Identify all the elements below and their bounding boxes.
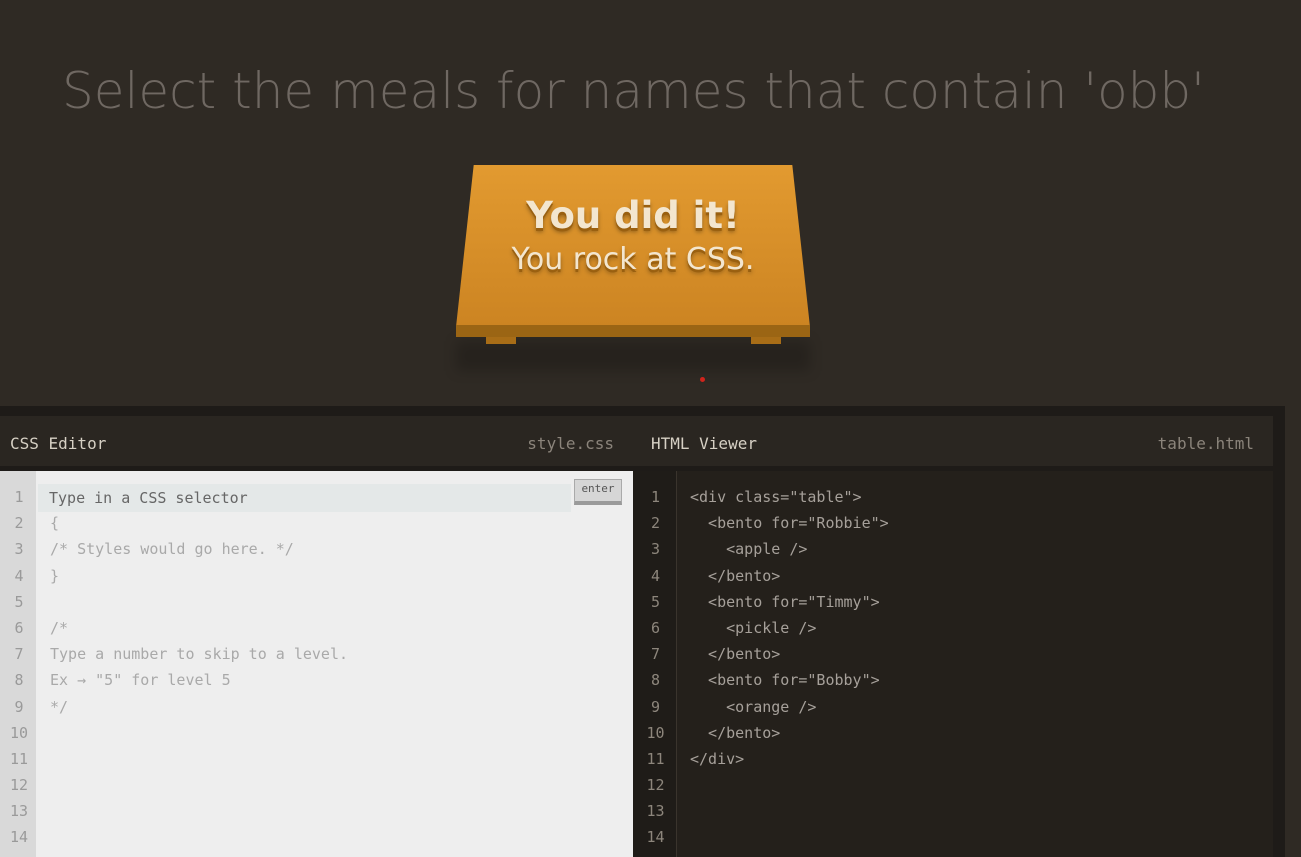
line-number: 9 [650, 697, 661, 716]
line-number: 9 [14, 697, 24, 716]
code-line: <bento for="Bobby"> [690, 671, 880, 690]
editor-area: CSS Editor style.css HTML Viewer table.h… [0, 406, 1285, 857]
line-number: 4 [650, 566, 661, 585]
line-number: 8 [14, 671, 24, 690]
code-line: </bento> [690, 645, 781, 664]
css-editor-title: CSS Editor [10, 434, 107, 453]
code-line: } [50, 566, 60, 585]
code-line: <div class="table"> [690, 488, 862, 506]
line-number: 5 [650, 592, 661, 611]
html-viewer-body: 1 2 3 4 5 6 7 8 9 10 11 12 13 14 <div class="table"> … [633, 471, 1273, 857]
html-viewer-title: HTML Viewer [651, 434, 757, 453]
line-number: 2 [650, 514, 661, 533]
css-code: { /* Styles would go here. */} /* Type a nu… [50, 484, 623, 851]
css-selector-input[interactable] [38, 484, 571, 512]
table-edge [456, 325, 810, 337]
enter-button[interactable]: enter [574, 479, 622, 505]
line-number: 6 [650, 618, 661, 637]
code-line: */ [50, 697, 69, 716]
css-editor-header: CSS Editor style.css [0, 416, 633, 466]
line-number: 1 [650, 488, 661, 506]
level-instruction: Select the meals for names that contain … [62, 61, 1205, 120]
line-number: 8 [650, 671, 661, 690]
win-subtitle: You rock at CSS. [511, 242, 755, 277]
line-number: 6 [14, 618, 24, 637]
code-line: Ex → "5" for level 5 [50, 671, 231, 690]
html-line-numbers: 1 2 3 4 5 6 7 8 9 10 11 12 13 14 [633, 471, 677, 857]
code-line: { [50, 514, 60, 533]
code-line: /* [50, 618, 69, 637]
line-number: 11 [9, 749, 29, 768]
table-leg-left [486, 337, 516, 344]
line-number: 7 [14, 645, 24, 664]
line-number: 5 [14, 592, 24, 611]
win-title: You did it! [526, 194, 740, 237]
css-editor-filename: style.css [527, 434, 614, 453]
line-number: 11 [646, 749, 665, 768]
game-table: You did it! You rock at CSS. [456, 165, 810, 375]
css-line-numbers: 1 2 3 4 5 6 7 8 9 10 11 12 13 14 [0, 471, 36, 857]
html-viewer-filename: table.html [1157, 434, 1254, 453]
code-line: <pickle /> [690, 618, 817, 637]
line-number: 12 [9, 776, 29, 795]
line-number: 14 [646, 828, 665, 847]
line-number: 14 [9, 828, 29, 847]
win-message: You did it! You rock at CSS. [456, 195, 810, 283]
line-number: 10 [646, 723, 665, 742]
line-number: 10 [9, 723, 29, 742]
code-line: <bento for="Robbie"> [690, 514, 889, 533]
line-number: 3 [650, 540, 661, 559]
code-line: <orange /> [690, 697, 817, 716]
code-line: </bento> [690, 566, 781, 585]
code-line: </bento> [690, 723, 781, 742]
line-number: 4 [14, 566, 24, 585]
code-line: <apple /> [690, 540, 808, 559]
table-leg-right [751, 337, 781, 344]
table-shadow [456, 341, 810, 371]
line-number: 2 [14, 514, 24, 533]
html-code: <div class="table"> <bento for="Robbie">… [690, 484, 889, 851]
line-number: 3 [14, 540, 24, 559]
line-number: 1 [14, 488, 24, 506]
line-number: 13 [646, 802, 665, 821]
cursor-dot [700, 377, 705, 382]
code-line: </div> [690, 749, 745, 768]
line-number: 12 [646, 776, 665, 795]
code-line: Type a number to skip to a level. [50, 645, 349, 664]
code-line: /* Styles would go here. */ [50, 540, 294, 559]
html-viewer-header: HTML Viewer table.html [633, 416, 1273, 466]
line-number: 7 [650, 645, 661, 664]
css-editor-body: 1 2 3 4 5 6 7 8 9 10 11 12 13 14 {/* Styles would go … [0, 471, 633, 857]
line-number: 13 [9, 802, 29, 821]
code-line: <bento for="Timmy"> [690, 592, 880, 611]
